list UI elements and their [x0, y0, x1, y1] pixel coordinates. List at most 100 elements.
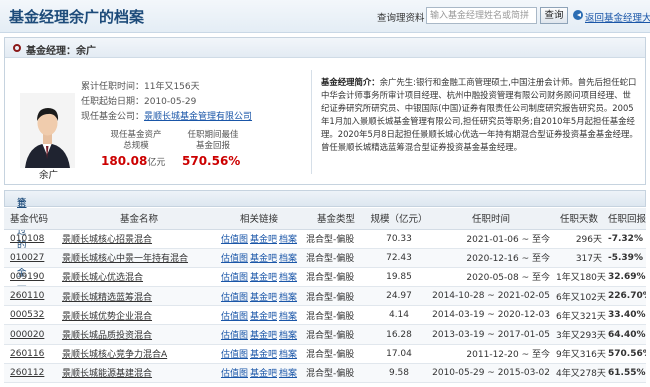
tenure-period: 2020-12-16 ~ 至今	[432, 248, 556, 268]
fund-forum-link[interactable]: 基金吧	[250, 293, 277, 303]
manager-panel: 基金经理：余广 余广 累计任职时间：11年又156天 任职起始日期：2010-0…	[4, 37, 646, 185]
related-links-cell: 估值图 基金吧 档案	[216, 267, 302, 288]
page-header: 基金经理余广的档案 查询理资料： 查询 返回基金经理大全	[0, 0, 650, 33]
valuation-chart-link[interactable]: 估值图	[221, 350, 248, 360]
company-prefix: 现任基金公司：	[81, 112, 145, 122]
fund-type: 混合型-偏股	[302, 305, 366, 326]
column-header[interactable]: 基金类型	[302, 208, 366, 230]
fund-code-link[interactable]: 000020	[4, 324, 56, 345]
tenure-days: 6年又102天	[556, 286, 608, 307]
column-header[interactable]: 规模（亿元）	[366, 208, 432, 230]
column-header[interactable]: 基金代码	[4, 208, 56, 230]
related-links-cell: 估值图 基金吧 档案	[216, 344, 302, 364]
tenure-return: -7.32%	[608, 229, 646, 249]
table-row: 260112 景顺长城能源基建混合 估值图 基金吧 档案 混合型-偏股 9.58 2010-0…	[4, 363, 646, 384]
fund-code-link[interactable]: 260112	[4, 363, 56, 384]
fund-name-link[interactable]: 景顺长城优势企业混合	[56, 305, 216, 326]
fund-size: 72.43	[366, 248, 432, 268]
fund-profile-link[interactable]: 档案	[279, 235, 297, 245]
fund-forum-link[interactable]: 基金吧	[250, 312, 277, 322]
table-row: 010027 景顺长城核心中景一年持有混合 估值图 基金吧 档案 混合型-偏股 72.43 2…	[4, 248, 646, 268]
fund-type: 混合型-偏股	[302, 248, 366, 268]
tenure-return: 61.55%	[608, 363, 646, 384]
tenure-period: 2014-10-28 ~ 2021-02-05	[432, 286, 556, 307]
fund-forum-link[interactable]: 基金吧	[250, 254, 277, 264]
fund-code-link[interactable]: 260110	[4, 286, 56, 307]
fund-profile-link[interactable]: 档案	[279, 273, 297, 283]
manager-photo	[20, 93, 75, 168]
table-row: 009190 景顺长城心优选混合 估值图 基金吧 档案 混合型-偏股 19.85 2020-0…	[4, 267, 646, 288]
fund-name-link[interactable]: 景顺长城核心招景混合	[56, 229, 216, 249]
fund-code-link[interactable]: 000532	[4, 305, 56, 326]
manager-bio: 基金经理简介：余广先生:银行和金融工商管理硕士,中国注册会计师。曾先后担任蛇口中…	[321, 76, 639, 154]
fund-profile-link[interactable]: 档案	[279, 369, 297, 379]
tenure-return: 64.40%	[608, 324, 646, 345]
tenure-period: 2014-03-19 ~ 2020-12-03	[432, 305, 556, 326]
tenure-return: 33.40%	[608, 305, 646, 326]
column-header[interactable]: 基金名称	[56, 208, 216, 230]
fund-size: 16.28	[366, 324, 432, 345]
related-links-cell: 估值图 基金吧 档案	[216, 305, 302, 326]
valuation-chart-link[interactable]: 估值图	[221, 235, 248, 245]
fund-profile-link[interactable]: 档案	[279, 312, 297, 322]
fund-type: 混合型-偏股	[302, 267, 366, 288]
fund-profile-link[interactable]: 档案	[279, 331, 297, 341]
search-input[interactable]	[426, 7, 537, 24]
tenure-period: 2020-05-08 ~ 至今	[432, 267, 556, 288]
start-date-text: 任职起始日期：2010-05-29	[81, 97, 197, 107]
funds-table: 基金代码 基金名称 相关链接 基金类型 规模（亿元） 任职时间 任职天数 任职回…	[4, 208, 646, 384]
tenure-text: 累计任职时间：11年又156天	[81, 82, 200, 92]
funds-section-header: 余广管理过的基金一览	[4, 190, 646, 307]
table-row: 000532 景顺长城优势企业混合 估值图 基金吧 档案 混合型-偏股 4.14 2014-0…	[4, 305, 646, 326]
table-row: 260110 景顺长城精选蓝筹混合 估值图 基金吧 档案 混合型-偏股 24.97 2014-…	[4, 286, 646, 307]
fund-code-link[interactable]: 010027	[4, 248, 56, 268]
valuation-chart-link[interactable]: 估值图	[221, 331, 248, 341]
tenure-days: 317天	[556, 248, 608, 268]
fund-code-link[interactable]: 009190	[4, 267, 56, 288]
manager-section-title: 基金经理：余广	[26, 46, 96, 57]
fund-profile-link[interactable]: 档案	[279, 350, 297, 360]
bio-title: 基金经理简介：	[321, 77, 380, 87]
fund-forum-link[interactable]: 基金吧	[250, 331, 277, 341]
fund-forum-link[interactable]: 基金吧	[250, 235, 277, 245]
fund-size: 19.85	[366, 267, 432, 288]
company-link[interactable]: 景顺长城基金管理有限公司	[144, 112, 252, 122]
fund-forum-link[interactable]: 基金吧	[250, 273, 277, 283]
fund-name-link[interactable]: 景顺长城核心中景一年持有混合	[56, 248, 216, 268]
fund-code-link[interactable]: 010108	[4, 229, 56, 249]
fund-type: 混合型-偏股	[302, 363, 366, 384]
valuation-chart-link[interactable]: 估值图	[221, 369, 248, 379]
fund-profile-link[interactable]: 档案	[279, 254, 297, 264]
fund-name-link[interactable]: 景顺长城品质投资混合	[56, 324, 216, 345]
tenure-days: 4年又278天	[556, 363, 608, 384]
valuation-chart-link[interactable]: 估值图	[221, 254, 248, 264]
tenure-days: 9年又316天	[556, 344, 608, 364]
back-arrow-icon[interactable]	[573, 10, 583, 20]
aum-label: 现任基金资产 总规模	[110, 130, 162, 151]
fund-forum-link[interactable]: 基金吧	[250, 350, 277, 360]
fund-size: 70.33	[366, 229, 432, 249]
column-header[interactable]: 任职天数	[556, 208, 608, 230]
valuation-chart-link[interactable]: 估值图	[221, 293, 248, 303]
column-header[interactable]: 任职回报	[608, 208, 646, 230]
fund-code-link[interactable]: 260116	[4, 344, 56, 364]
valuation-chart-link[interactable]: 估值图	[221, 312, 248, 322]
column-header[interactable]: 任职时间	[432, 208, 556, 230]
company-row: 现任基金公司：景顺长城基金管理有限公司	[81, 109, 252, 122]
table-row: 260116 景顺长城核心竞争力混合A 估值图 基金吧 档案 混合型-偏股 17.04 201…	[4, 344, 646, 364]
back-to-managers-link[interactable]: 返回基金经理大全	[585, 10, 650, 24]
search-button[interactable]: 查询	[540, 7, 568, 24]
fund-size: 24.97	[366, 286, 432, 307]
fund-name-link[interactable]: 景顺长城精选蓝筹混合	[56, 286, 216, 307]
fund-name-link[interactable]: 景顺长城核心竞争力混合A	[56, 344, 216, 364]
tenure-period: 2010-05-29 ~ 2015-03-02	[432, 363, 556, 384]
tenure-period: 2013-03-19 ~ 2017-01-05	[432, 324, 556, 345]
fund-name-link[interactable]: 景顺长城能源基建混合	[56, 363, 216, 384]
tenure-days: 1年又180天	[556, 267, 608, 288]
valuation-chart-link[interactable]: 估值图	[221, 273, 248, 283]
fund-name-link[interactable]: 景顺长城心优选混合	[56, 267, 216, 288]
fund-profile-link[interactable]: 档案	[279, 293, 297, 303]
table-header-row: 基金代码 基金名称 相关链接 基金类型 规模（亿元） 任职时间 任职天数 任职回…	[4, 208, 646, 230]
table-row: 000020 景顺长城品质投资混合 估值图 基金吧 档案 混合型-偏股 16.28 2013-…	[4, 324, 646, 345]
fund-forum-link[interactable]: 基金吧	[250, 369, 277, 379]
